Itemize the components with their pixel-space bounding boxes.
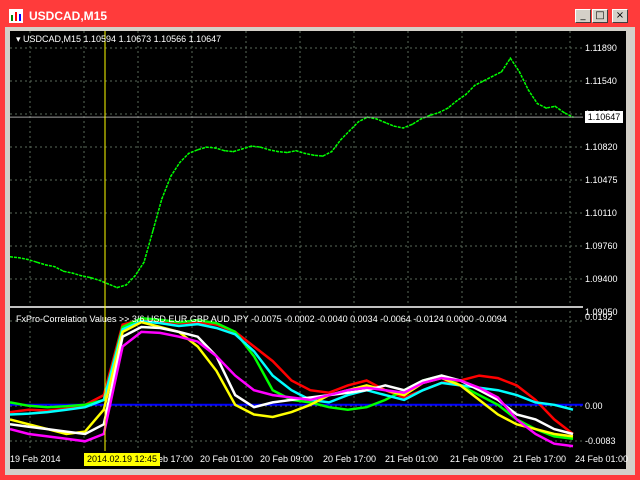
price-point bbox=[482, 80, 485, 82]
price-point bbox=[447, 107, 449, 109]
price-point bbox=[71, 272, 74, 274]
price-point bbox=[384, 121, 387, 124]
price-point bbox=[518, 71, 521, 73]
price-point bbox=[170, 175, 172, 177]
price-point bbox=[277, 150, 279, 153]
price-point bbox=[44, 264, 47, 266]
price-point bbox=[187, 152, 190, 155]
price-point bbox=[107, 283, 110, 285]
price-point bbox=[80, 275, 83, 277]
price-point bbox=[322, 155, 324, 157]
price-point bbox=[536, 102, 539, 105]
price-point bbox=[241, 148, 244, 150]
price-axis-label: 1.10110 bbox=[585, 208, 617, 218]
time-axis-label: 19 Feb 2014 bbox=[10, 454, 61, 464]
title-bar[interactable]: USDCAD,M15 _ □ × bbox=[5, 5, 635, 27]
price-point bbox=[429, 114, 431, 117]
price-point bbox=[348, 129, 351, 132]
price-point bbox=[456, 100, 458, 102]
indicator-info: FxPro-Correlation Values >> 3/6 USD EUR … bbox=[16, 314, 507, 324]
maximize-button[interactable]: □ bbox=[592, 9, 608, 23]
price-axis-label: 1.09760 bbox=[585, 241, 618, 251]
price-point bbox=[393, 125, 396, 127]
chart-icon bbox=[9, 9, 23, 23]
price-point bbox=[143, 261, 145, 263]
price-axis-label: 1.10820 bbox=[585, 142, 618, 152]
time-axis-label: 21 Feb 01:00 bbox=[385, 454, 439, 464]
price-point bbox=[62, 270, 65, 273]
price-point bbox=[18, 256, 20, 259]
price-point bbox=[286, 151, 288, 154]
price-axis-label: 1.11890 bbox=[585, 43, 617, 53]
price-point bbox=[116, 286, 118, 289]
price-point bbox=[473, 84, 476, 87]
price-point bbox=[330, 150, 333, 153]
price-point bbox=[357, 120, 360, 123]
chart-canvas[interactable] bbox=[9, 31, 583, 451]
price-point bbox=[89, 276, 92, 279]
price-point bbox=[375, 118, 378, 120]
price-point bbox=[268, 149, 271, 151]
price-point bbox=[339, 139, 342, 141]
price-point bbox=[98, 279, 101, 282]
price-point bbox=[27, 258, 29, 261]
price-point bbox=[438, 111, 440, 114]
time-axis-label: 24 Feb 01:00 bbox=[575, 454, 629, 464]
price-point bbox=[313, 154, 315, 156]
price-point bbox=[554, 105, 556, 108]
price-point bbox=[196, 149, 199, 151]
price-point bbox=[250, 145, 253, 147]
time-axis-label: 20 Feb 17:00 bbox=[323, 454, 377, 464]
indicator-axis-label: -0.0083 bbox=[585, 436, 616, 446]
price-point bbox=[304, 152, 306, 155]
price-point bbox=[545, 107, 547, 109]
price-point bbox=[223, 149, 226, 152]
price-point bbox=[36, 261, 38, 263]
price-point bbox=[134, 275, 136, 277]
time-axis-label: 20 Feb 09:00 bbox=[260, 454, 314, 464]
price-axis-label: 1.09400 bbox=[585, 274, 618, 284]
time-axis-label: 20 Feb 01:00 bbox=[200, 454, 254, 464]
price-point bbox=[527, 89, 530, 91]
price-point bbox=[214, 147, 217, 149]
price-point bbox=[465, 93, 467, 96]
price-point bbox=[179, 161, 181, 164]
price-point bbox=[411, 123, 413, 126]
price-point bbox=[205, 146, 208, 148]
price-point bbox=[53, 265, 56, 268]
price-axis-label: 1.10475 bbox=[585, 175, 618, 185]
symbol-info: ▾ USDCAD,M15 1.10594 1.10673 1.10566 1.1… bbox=[16, 34, 222, 44]
price-point bbox=[232, 150, 235, 153]
price-point bbox=[420, 118, 422, 120]
price-point bbox=[491, 75, 494, 78]
correlation-series-0 bbox=[9, 318, 574, 435]
price-point bbox=[259, 146, 261, 148]
window-title: USDCAD,M15 bbox=[29, 9, 108, 23]
price-point bbox=[402, 127, 405, 129]
date-marker: 2014.02.19 12:45 bbox=[84, 453, 161, 466]
price-series-line bbox=[9, 56, 574, 289]
current-price-label: 1.10647 bbox=[585, 111, 623, 124]
time-axis-label: 21 Feb 09:00 bbox=[450, 454, 504, 464]
close-button[interactable]: × bbox=[612, 9, 628, 23]
time-axis-label: 21 Feb 17:00 bbox=[513, 454, 567, 464]
price-point bbox=[161, 197, 163, 200]
price-point bbox=[509, 57, 512, 59]
chart-area[interactable]: ▾ USDCAD,M15 1.10594 1.10673 1.10566 1.1… bbox=[9, 31, 583, 451]
indicator-axis-label: 0.0192 bbox=[585, 312, 613, 322]
price-point bbox=[152, 229, 154, 232]
price-point bbox=[295, 149, 297, 152]
price-point bbox=[563, 111, 565, 114]
price-axis[interactable]: 1.118901.115401.111801.108201.104751.101… bbox=[583, 31, 626, 451]
price-point bbox=[500, 71, 503, 73]
price-axis-label: 1.11540 bbox=[585, 76, 617, 86]
price-point bbox=[125, 284, 127, 286]
minimize-button[interactable]: _ bbox=[575, 9, 591, 23]
indicator-axis-label: 0.00 bbox=[585, 401, 603, 411]
